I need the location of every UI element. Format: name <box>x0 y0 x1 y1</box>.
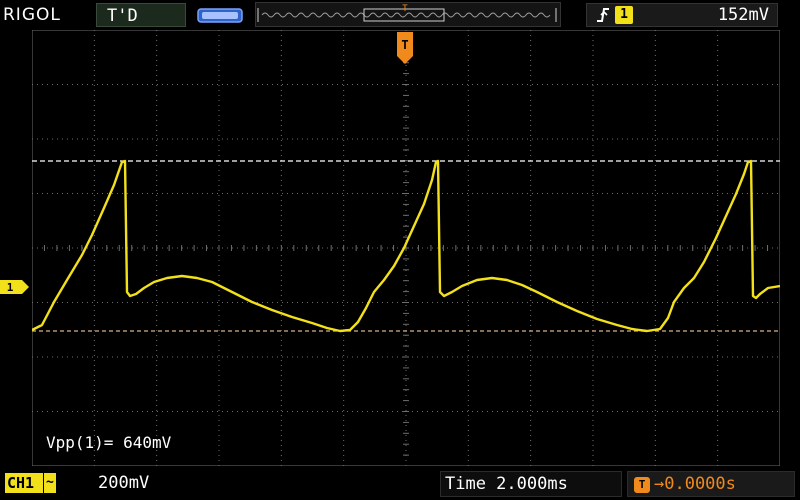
memory-depth-icon <box>197 8 243 23</box>
coupling-icon: ~ <box>44 473 56 493</box>
memory-position-bar[interactable]: T <box>255 2 561 27</box>
channel1-badge[interactable]: CH1 <box>5 473 43 493</box>
measurement-vpp: Vpp(1)= 640mV <box>46 433 172 452</box>
offset-value: →0.0000s <box>654 474 736 494</box>
memory-waveform-preview: T <box>257 4 557 22</box>
ch1-marker-label: 1 <box>7 281 14 294</box>
waveform-display[interactable]: T <box>32 30 780 466</box>
trigger-offset-icon: T <box>634 477 650 493</box>
trigger-info[interactable]: 1 152mV <box>586 3 778 27</box>
trigger-level: 152mV <box>717 5 769 25</box>
trigger-position-label: T <box>402 4 408 14</box>
brand-logo: RIGOL <box>3 5 61 25</box>
trigger-source-badge: 1 <box>615 6 633 24</box>
trigger-slope-rising-icon <box>597 8 609 22</box>
trigger-status: T'D <box>96 3 186 27</box>
status-bar: RIGOL T'D T 1 152mV <box>0 0 800 30</box>
channel-bar: CH1 ~ 200mV Time 2.000ms T →0.0000s <box>0 468 800 500</box>
channel1-ground-marker-icon[interactable]: 1 <box>0 279 30 295</box>
timebase[interactable]: Time 2.000ms <box>440 471 622 497</box>
trigger-marker-label: T <box>401 38 408 52</box>
vertical-scale: 200mV <box>98 473 150 493</box>
horizontal-offset[interactable]: T →0.0000s <box>627 471 795 497</box>
